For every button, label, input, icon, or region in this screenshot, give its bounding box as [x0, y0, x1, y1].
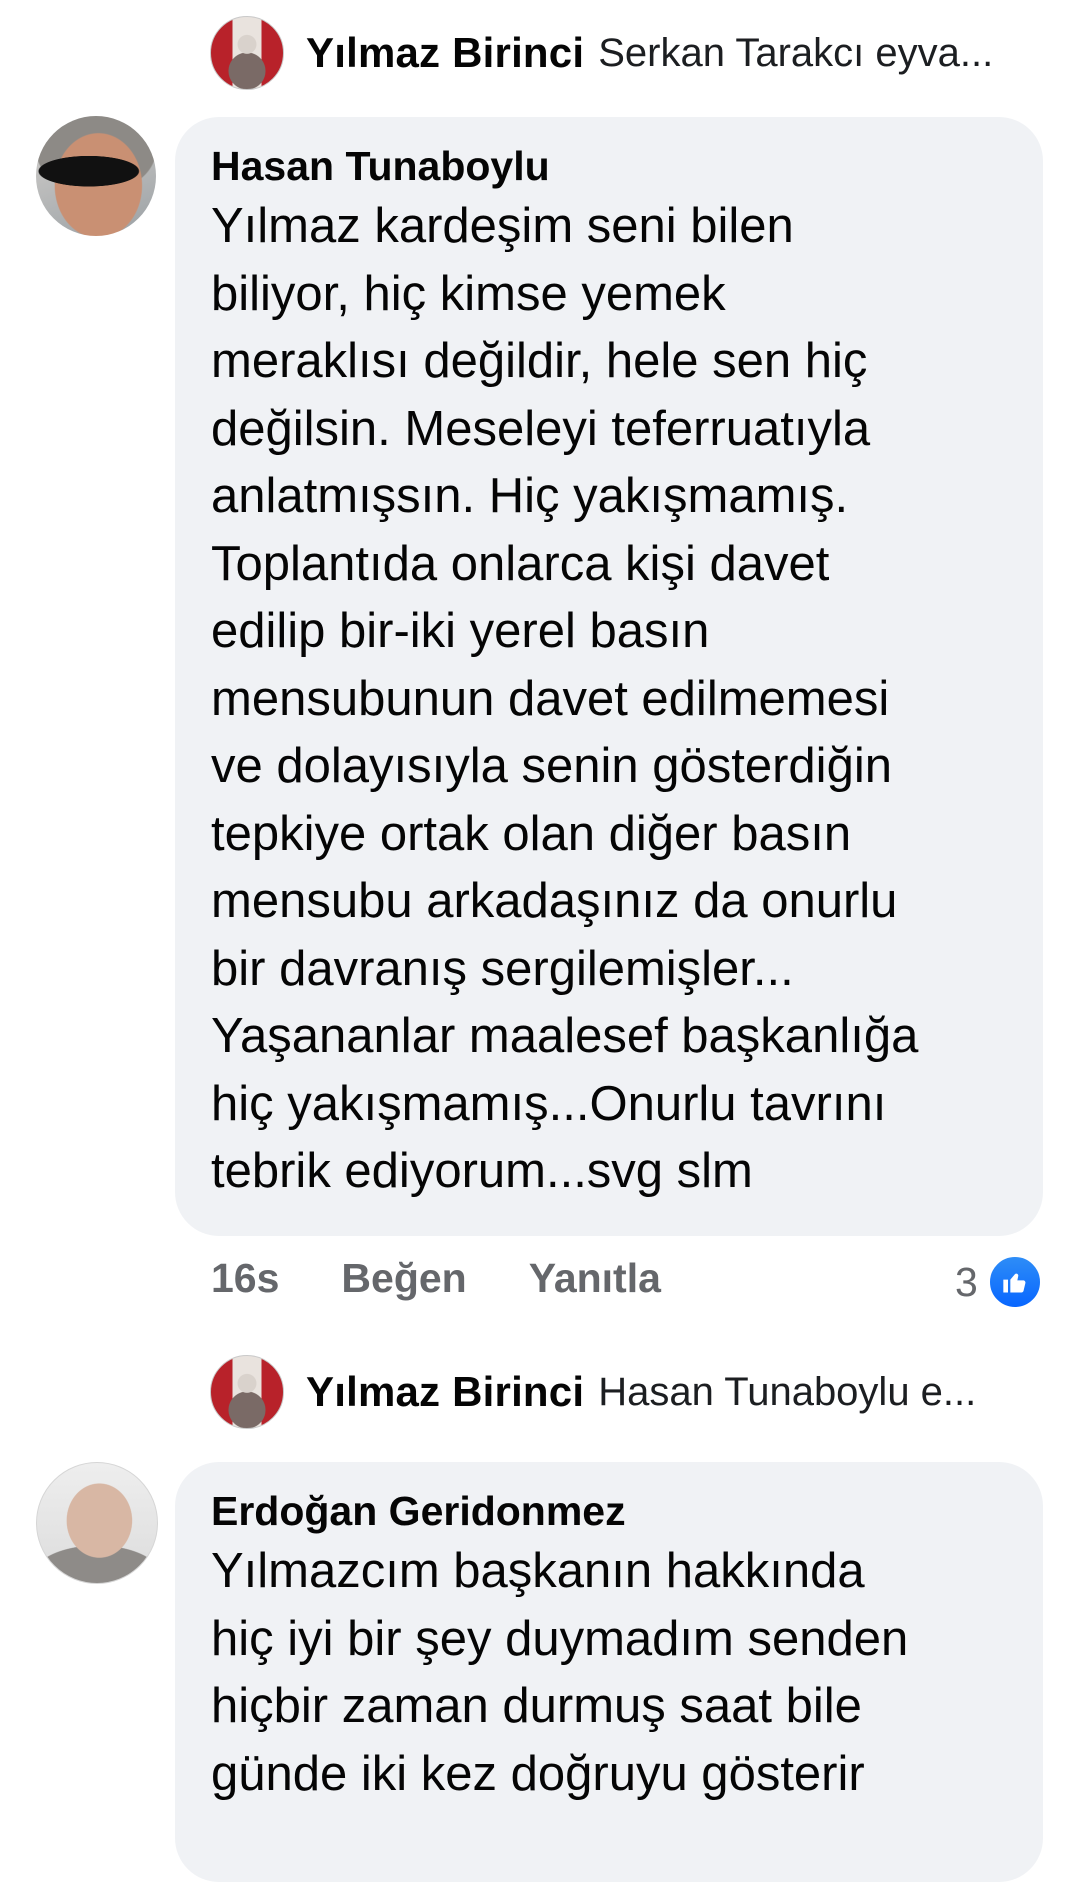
comment-line: mensubunun davet edilmemesi	[211, 671, 890, 726]
comment-time[interactable]: 16s	[211, 1255, 279, 1302]
comment-text: Yılmaz kardeşim seni bilen biliyor, hiç …	[211, 193, 1007, 1206]
reply-snippet[interactable]: Serkan Tarakcı eyva...	[598, 31, 993, 76]
comment-line: Toplantıda onlarca kişi davet	[211, 536, 830, 591]
like-button[interactable]: Beğen	[341, 1255, 466, 1302]
comment-line: bir davranış sergilemişler...	[211, 941, 794, 996]
avatar[interactable]	[36, 116, 156, 236]
comment-bubble: Erdoğan Geridonmez Yılmazcım başkanın ha…	[175, 1462, 1043, 1882]
reply-snippet[interactable]: Hasan Tunaboylu e...	[598, 1370, 976, 1415]
comment-line: tepkiye ortak olan diğer basın	[211, 806, 852, 861]
comment-line: Yaşananlar maalesef başkanlığa	[211, 1009, 919, 1063]
comment-line: hiç iyi bir şey duymadım senden	[211, 1611, 909, 1666]
reaction-summary[interactable]: 3	[955, 1255, 1042, 1309]
comment-line: hiç yakışmamış...Onurlu tavrını	[211, 1076, 887, 1131]
comment-author[interactable]: Hasan Tunaboylu	[211, 139, 1007, 193]
avatar[interactable]	[210, 1355, 284, 1429]
comment-line: Yılmaz kardeşim seni bilen	[211, 199, 794, 253]
comment-text: Yılmazcım başkanın hakkında hiç iyi bir …	[211, 1538, 1007, 1808]
comment-actions: 16s Beğen Yanıtla	[211, 1255, 723, 1302]
reply-summary[interactable]: Yılmaz Birinci Hasan Tunaboylu e...	[210, 1355, 976, 1429]
comment-line: tebrik ediyorum...svg slm	[211, 1144, 753, 1198]
reply-author[interactable]: Yılmaz Birinci	[306, 1368, 584, 1416]
reply-summary[interactable]: Yılmaz Birinci Serkan Tarakcı eyva...	[210, 16, 993, 90]
reaction-count: 3	[955, 1258, 978, 1305]
comment-line: edilip bir-iki yerel basın	[211, 604, 710, 658]
comment-author[interactable]: Erdoğan Geridonmez	[211, 1484, 1007, 1538]
comment-line: günde iki kez doğruyu gösterir	[211, 1746, 865, 1801]
comment-line: mensubu arkadaşınız da onurlu	[211, 874, 898, 928]
reply-button[interactable]: Yanıtla	[529, 1255, 661, 1302]
like-icon	[987, 1255, 1042, 1309]
reply-author[interactable]: Yılmaz Birinci	[306, 29, 584, 77]
comment-line: değilsin. Meseleyi teferruatıyla	[211, 401, 871, 456]
comment-line: anlatmışsın. Hiç yakışmamış.	[211, 469, 849, 523]
comment-line: Yılmazcım başkanın hakkında	[211, 1544, 865, 1598]
comment-line: meraklısı değildir, hele sen hiç	[211, 334, 868, 388]
comment-line: hiçbir zaman durmuş saat bile	[211, 1679, 862, 1733]
avatar[interactable]	[36, 1462, 158, 1584]
comment-bubble: Hasan Tunaboylu Yılmaz kardeşim seni bil…	[175, 117, 1043, 1236]
comment-line: ve dolayısıyla senin gösterdiğin	[211, 739, 892, 793]
avatar[interactable]	[210, 16, 284, 90]
comment-line: biliyor, hiç kimse yemek	[211, 266, 726, 321]
